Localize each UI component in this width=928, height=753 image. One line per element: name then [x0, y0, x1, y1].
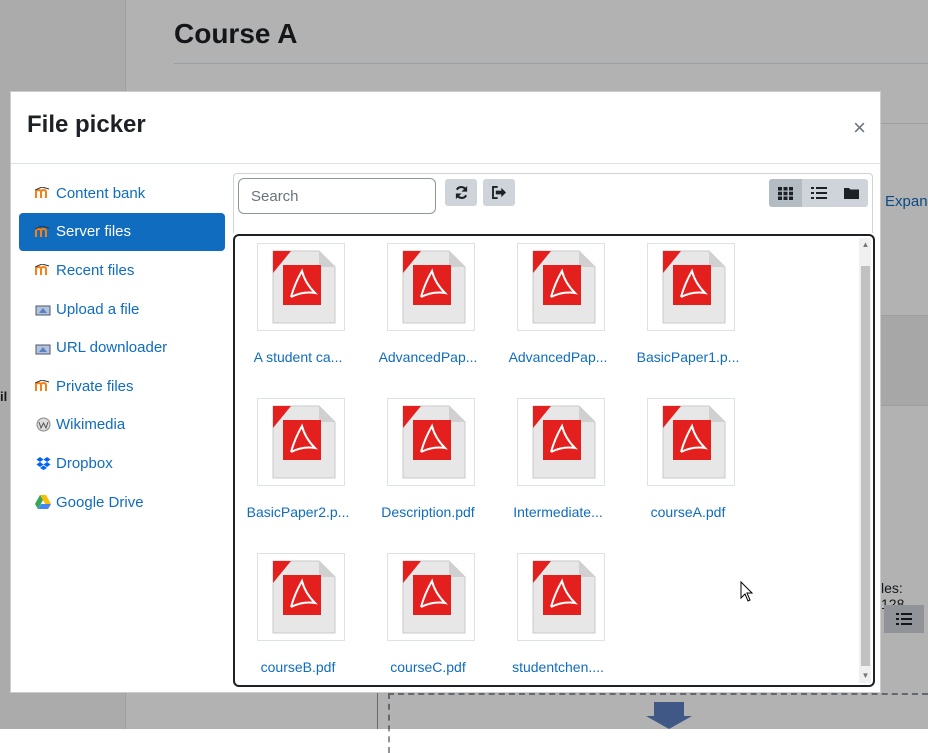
close-icon[interactable]: × — [853, 116, 866, 140]
file-thumbnail[interactable] — [387, 243, 475, 331]
url-icon — [35, 340, 51, 356]
pdf-icon — [272, 250, 336, 324]
pdf-icon — [532, 405, 596, 479]
scroll-up-icon[interactable]: ▲ — [861, 240, 870, 250]
file-thumbnail[interactable] — [387, 398, 475, 486]
upload-icon — [35, 301, 51, 317]
repo-private-files[interactable]: Private files — [19, 367, 225, 406]
view-mode-switcher — [769, 179, 868, 207]
pdf-icon — [532, 560, 596, 634]
refresh-icon — [455, 185, 467, 200]
file-item[interactable]: courseC.pdf — [373, 553, 483, 685]
moodle-icon — [35, 224, 51, 240]
file-thumbnail[interactable] — [257, 243, 345, 331]
repo-label: Wikimedia — [56, 416, 126, 434]
google-drive-icon — [35, 494, 51, 510]
repo-label: Upload a file — [56, 300, 140, 318]
search-input[interactable] — [238, 178, 436, 214]
repo-wikimedia[interactable]: Wikimedia — [19, 406, 225, 445]
file-listing: A student ca... AdvancedPap... AdvancedPap… — [233, 234, 875, 687]
pdf-icon — [532, 250, 596, 324]
file-toolbar — [233, 173, 873, 233]
scroll-thumb[interactable] — [861, 266, 870, 666]
scrollbar[interactable]: ▲ ▼ — [859, 238, 871, 683]
pdf-icon — [402, 250, 466, 324]
repo-url-downloader[interactable]: URL downloader — [19, 328, 225, 367]
wikimedia-icon — [35, 417, 51, 433]
tree-view-button[interactable] — [835, 179, 868, 207]
file-name[interactable]: studentchen.... — [503, 659, 613, 675]
repo-dropbox[interactable]: Dropbox — [19, 444, 225, 483]
file-name[interactable]: A student ca... — [243, 349, 353, 365]
file-item[interactable]: Description.pdf — [373, 398, 483, 538]
grid-icon — [778, 186, 793, 200]
repo-label: Dropbox — [56, 454, 113, 472]
repo-label: Private files — [56, 377, 134, 395]
pdf-icon — [272, 560, 336, 634]
file-name[interactable]: AdvancedPap... — [373, 349, 483, 365]
file-thumbnail[interactable] — [647, 398, 735, 486]
repo-content-bank[interactable]: Content bank — [19, 174, 225, 213]
file-thumbnail[interactable] — [517, 553, 605, 641]
file-thumbnail[interactable] — [517, 398, 605, 486]
repository-list: Content bank Server files Recent files U… — [19, 174, 225, 521]
list-view-button[interactable] — [802, 179, 835, 207]
file-thumbnail[interactable] — [387, 553, 475, 641]
modal-title: File picker — [27, 111, 146, 138]
file-name[interactable]: AdvancedPap... — [503, 349, 613, 365]
file-item[interactable]: studentchen.... — [503, 553, 613, 685]
file-item[interactable]: A student ca... — [243, 243, 353, 383]
pdf-icon — [662, 250, 726, 324]
file-item[interactable]: courseA.pdf — [633, 398, 743, 538]
file-item[interactable]: AdvancedPap... — [373, 243, 483, 383]
repo-label: Google Drive — [56, 493, 144, 511]
file-item[interactable]: AdvancedPap... — [503, 243, 613, 383]
file-thumbnail[interactable] — [257, 398, 345, 486]
refresh-button[interactable] — [445, 179, 477, 206]
file-picker-dialog: File picker × Content bank Server files … — [10, 91, 881, 693]
icons-view-button[interactable] — [769, 179, 802, 207]
mouse-cursor-icon — [740, 581, 754, 602]
repo-label: Content bank — [56, 184, 146, 202]
dropbox-icon — [35, 455, 51, 471]
file-thumbnail[interactable] — [517, 243, 605, 331]
file-thumbnail[interactable] — [647, 243, 735, 331]
file-item[interactable]: Intermediate... — [503, 398, 613, 538]
pdf-icon — [662, 405, 726, 479]
moodle-icon — [35, 378, 51, 394]
file-item[interactable]: courseB.pdf — [243, 553, 353, 685]
moodle-icon — [35, 185, 51, 201]
repo-recent-files[interactable]: Recent files — [19, 251, 225, 290]
pdf-icon — [402, 560, 466, 634]
pdf-icon — [402, 405, 466, 479]
repo-label: Server files — [56, 223, 132, 241]
file-name[interactable]: courseA.pdf — [633, 504, 743, 520]
file-panel: A student ca... AdvancedPap... AdvancedPap… — [233, 173, 875, 687]
pdf-icon — [272, 405, 336, 479]
list-icon — [810, 187, 827, 199]
folder-icon — [844, 188, 859, 199]
logout-icon — [491, 186, 506, 199]
file-item[interactable]: BasicPaper1.p... — [633, 243, 743, 383]
file-name[interactable]: Intermediate... — [503, 504, 613, 520]
file-name[interactable]: Description.pdf — [373, 504, 483, 520]
modal-header: File picker × — [11, 92, 880, 164]
logout-button[interactable] — [483, 179, 515, 206]
repo-upload-file[interactable]: Upload a file — [19, 290, 225, 329]
file-name[interactable]: courseC.pdf — [373, 659, 483, 675]
scroll-down-icon[interactable]: ▼ — [861, 671, 870, 681]
moodle-icon — [35, 262, 51, 278]
file-name[interactable]: BasicPaper2.p... — [243, 504, 353, 520]
file-item[interactable]: BasicPaper2.p... — [243, 398, 353, 538]
repo-google-drive[interactable]: Google Drive — [19, 483, 225, 522]
repo-label: URL downloader — [56, 339, 168, 357]
file-thumbnail[interactable] — [257, 553, 345, 641]
file-name[interactable]: BasicPaper1.p... — [633, 349, 743, 365]
repo-server-files[interactable]: Server files — [19, 212, 225, 252]
repo-label: Recent files — [56, 261, 135, 279]
file-name[interactable]: courseB.pdf — [243, 659, 353, 675]
